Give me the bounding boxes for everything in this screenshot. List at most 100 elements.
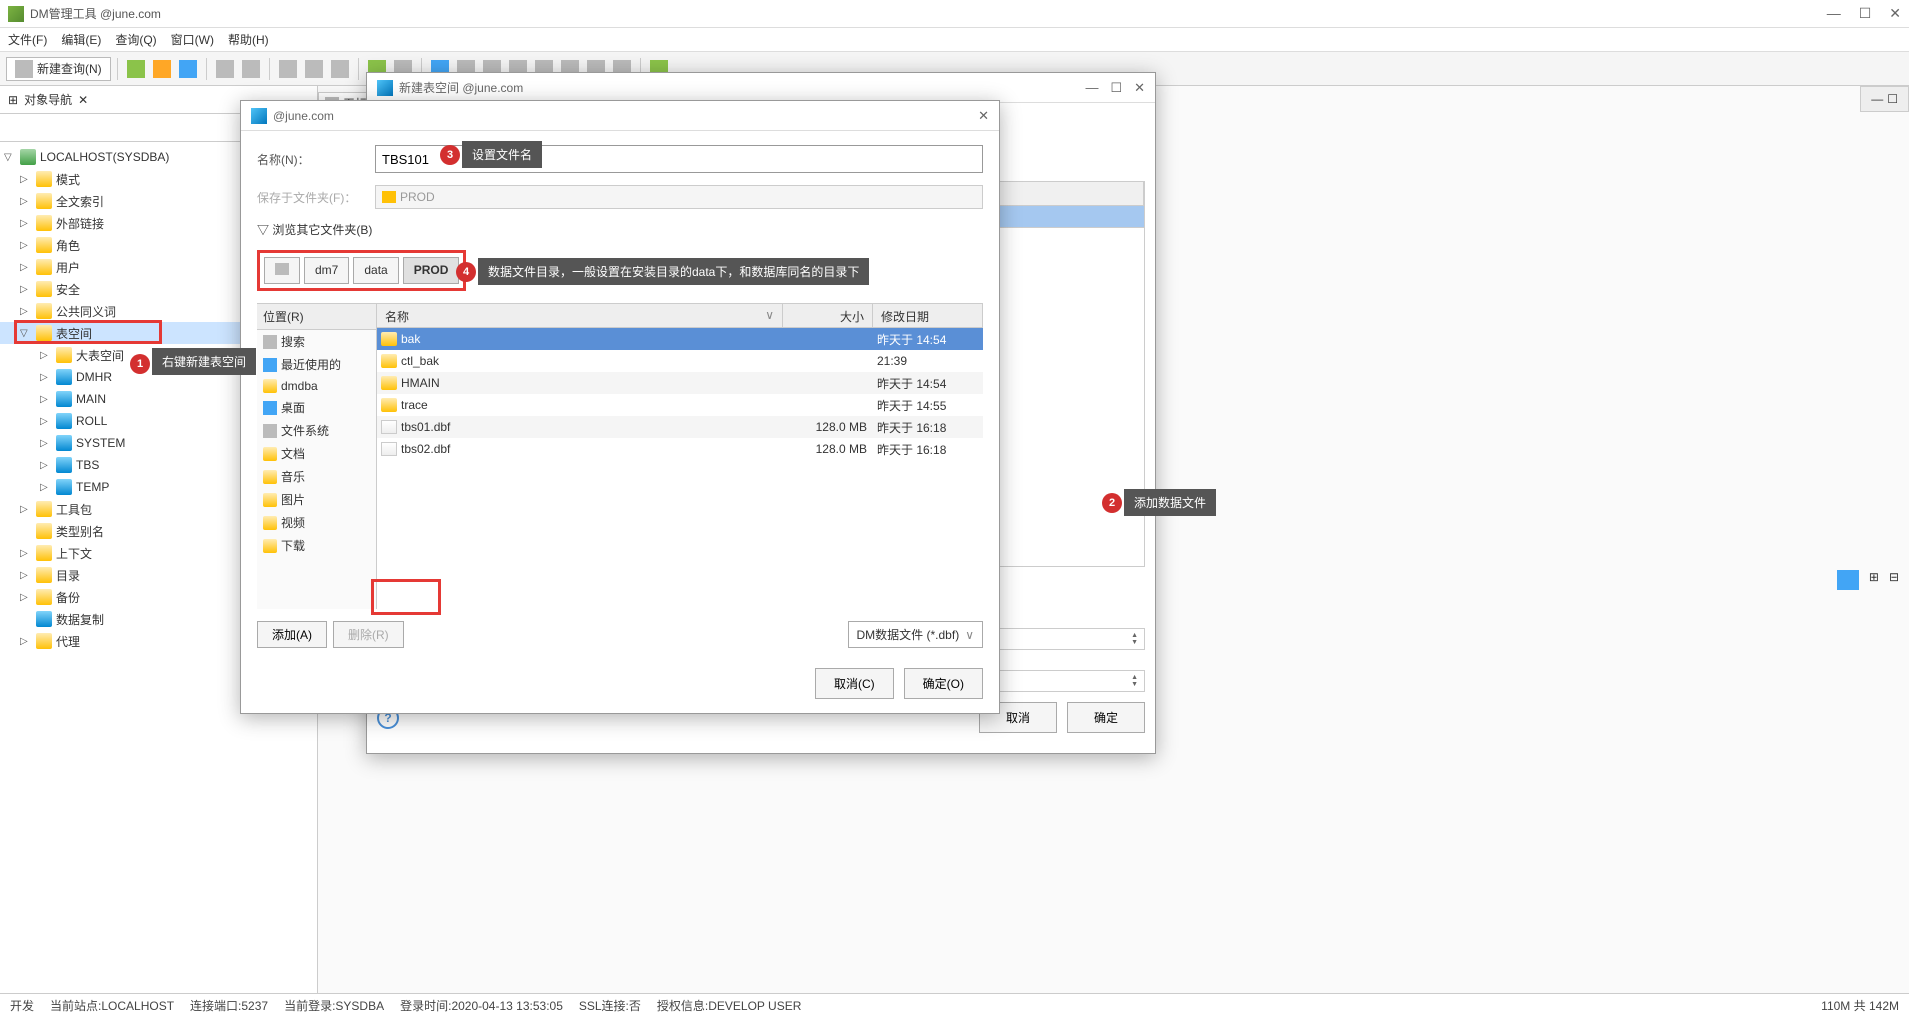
- folder-icon: [263, 470, 277, 484]
- sidebar-add-button[interactable]: 添加(A): [257, 621, 327, 648]
- sidebar-documents[interactable]: 文档: [257, 442, 376, 465]
- file-icon: [381, 442, 397, 456]
- sidebar-dmdba[interactable]: dmdba: [257, 376, 376, 396]
- navigator-tab-icon: ⊞: [8, 93, 18, 107]
- dialog1-close-button[interactable]: ✕: [1134, 80, 1145, 96]
- redo-button[interactable]: [239, 57, 263, 81]
- dialog2-cancel-button[interactable]: 取消(C): [815, 668, 894, 699]
- tb-icon-8[interactable]: [328, 57, 352, 81]
- file-row[interactable]: trace昨天于 14:55: [377, 394, 983, 416]
- folder-icon: [263, 379, 277, 393]
- breadcrumb-dm7[interactable]: dm7: [304, 257, 349, 284]
- sidebar-desktop[interactable]: 桌面: [257, 396, 376, 419]
- menu-window[interactable]: 窗口(W): [171, 31, 214, 48]
- tb-icon-2[interactable]: [150, 57, 174, 81]
- file-name: HMAIN: [401, 376, 783, 390]
- annotation-tooltip-1: 右键新建表空间: [152, 348, 256, 375]
- file-date: 昨天于 14:54: [873, 331, 983, 348]
- folder-icon: [56, 347, 72, 363]
- maximize-button[interactable]: ☐: [1859, 5, 1872, 22]
- file-list[interactable]: 名称 ∨ 大小 修改日期 bak昨天于 14:54ctl_bak21:39HMA…: [377, 304, 983, 609]
- app-icon: [8, 6, 24, 22]
- expand-icon[interactable]: ▽: [4, 152, 16, 163]
- sidebar-search[interactable]: 搜索: [257, 330, 376, 353]
- tb-icon-3[interactable]: [176, 57, 200, 81]
- perspective-icon[interactable]: [1837, 570, 1859, 590]
- sidebar-filesystem[interactable]: 文件系统: [257, 419, 376, 442]
- sidebar-videos[interactable]: 视频: [257, 511, 376, 534]
- sidebar-pictures[interactable]: 图片: [257, 488, 376, 511]
- maximize-view-icon[interactable]: ☐: [1887, 92, 1898, 106]
- file-name: trace: [401, 398, 783, 412]
- status-ssl: SSL连接:否: [579, 997, 641, 1014]
- annotation-tooltip-4: 数据文件目录，一般设置在安装目录的data下，和数据库同名的目录下: [478, 258, 869, 285]
- dialog1-titlebar[interactable]: 新建表空间 @june.com — ☐ ✕: [367, 73, 1155, 103]
- undo-button[interactable]: [213, 57, 237, 81]
- dialog2-title: @june.com: [273, 109, 978, 123]
- dialog-icon: [251, 108, 267, 124]
- menubar: 文件(F) 编辑(E) 查询(Q) 窗口(W) 帮助(H): [0, 28, 1909, 52]
- dialog2-ok-button[interactable]: 确定(O): [904, 668, 983, 699]
- file-row[interactable]: HMAIN昨天于 14:54: [377, 372, 983, 394]
- sidebar-recent[interactable]: 最近使用的: [257, 353, 376, 376]
- sidebar-downloads[interactable]: 下载: [257, 534, 376, 557]
- file-row[interactable]: tbs01.dbf128.0 MB昨天于 16:18: [377, 416, 983, 438]
- folder-icon: [263, 539, 277, 553]
- file-row[interactable]: ctl_bak21:39: [377, 350, 983, 372]
- browse-section-label[interactable]: ▽ 浏览其它文件夹(B): [257, 221, 983, 238]
- menu-file[interactable]: 文件(F): [8, 31, 47, 48]
- annotation-badge-3: 3: [440, 145, 460, 165]
- navigator-tab-close-icon[interactable]: ✕: [78, 93, 88, 107]
- annotation-badge-4: 4: [456, 262, 476, 282]
- close-button[interactable]: ✕: [1889, 5, 1901, 22]
- menu-query[interactable]: 查询(Q): [115, 31, 156, 48]
- folder-icon: [36, 237, 52, 253]
- tablespace-icon: [56, 413, 72, 429]
- status-auth: 授权信息:DEVELOP USER: [657, 997, 801, 1014]
- document-icon: [15, 60, 33, 78]
- folder-icon: [36, 501, 52, 517]
- file-type-combo[interactable]: DM数据文件 (*.dbf) ∨: [848, 621, 983, 648]
- breadcrumb-prod[interactable]: PROD: [403, 257, 460, 284]
- annotation-badge-2: 2: [1102, 493, 1122, 513]
- tb-icon-7[interactable]: [302, 57, 326, 81]
- navigator-tab-label[interactable]: 对象导航: [24, 91, 72, 108]
- col-date[interactable]: 修改日期: [873, 304, 983, 327]
- folder-icon: [36, 171, 52, 187]
- dialog1-ok-button[interactable]: 确定: [1067, 702, 1145, 733]
- perspective-selector[interactable]: — ☐: [1860, 86, 1909, 112]
- col-size[interactable]: 大小: [783, 304, 873, 327]
- dialog2-titlebar[interactable]: @june.com ✕: [241, 101, 999, 131]
- dialog1-minimize-button[interactable]: —: [1085, 80, 1098, 96]
- new-query-button[interactable]: 新建查询(N): [6, 57, 111, 81]
- folder-icon: [36, 325, 52, 341]
- file-row[interactable]: tbs02.dbf128.0 MB昨天于 16:18: [377, 438, 983, 460]
- window-controls: — ☐ ✕: [1827, 5, 1901, 22]
- dialog2-close-button[interactable]: ✕: [978, 108, 989, 124]
- tb-icon-1[interactable]: [124, 57, 148, 81]
- sidebar-head: 位置(R): [257, 304, 376, 330]
- folder-icon: [263, 493, 277, 507]
- file-icon: [381, 420, 397, 434]
- menu-help[interactable]: 帮助(H): [228, 31, 269, 48]
- file-browser: 位置(R) 搜索 最近使用的 dmdba 桌面 文件系统 文档 音乐 图片 视频…: [257, 303, 983, 609]
- spinner-buttons[interactable]: ▲▼: [1131, 632, 1138, 646]
- dialog1-maximize-button[interactable]: ☐: [1110, 80, 1122, 96]
- minimize-button[interactable]: —: [1827, 5, 1841, 22]
- tb-icon-6[interactable]: [276, 57, 300, 81]
- sidebar-music[interactable]: 音乐: [257, 465, 376, 488]
- menu-edit[interactable]: 编辑(E): [61, 31, 101, 48]
- perspective-prev-icon[interactable]: ⊞: [1869, 570, 1879, 590]
- file-row[interactable]: bak昨天于 14:54: [377, 328, 983, 350]
- location-sidebar: 位置(R) 搜索 最近使用的 dmdba 桌面 文件系统 文档 音乐 图片 视频…: [257, 304, 377, 609]
- breadcrumb-data[interactable]: data: [353, 257, 398, 284]
- spinner-buttons[interactable]: ▲▼: [1131, 674, 1138, 688]
- perspective-next-icon[interactable]: ⊟: [1889, 570, 1899, 590]
- breadcrumb-root[interactable]: [264, 257, 300, 284]
- file-date: 21:39: [873, 354, 983, 368]
- col-name[interactable]: 名称 ∨: [377, 304, 783, 327]
- savein-combo[interactable]: PROD: [375, 185, 983, 209]
- status-logintime: 登录时间:2020-04-13 13:53:05: [400, 997, 563, 1014]
- minimize-view-icon[interactable]: —: [1871, 92, 1883, 106]
- folder-icon: [36, 303, 52, 319]
